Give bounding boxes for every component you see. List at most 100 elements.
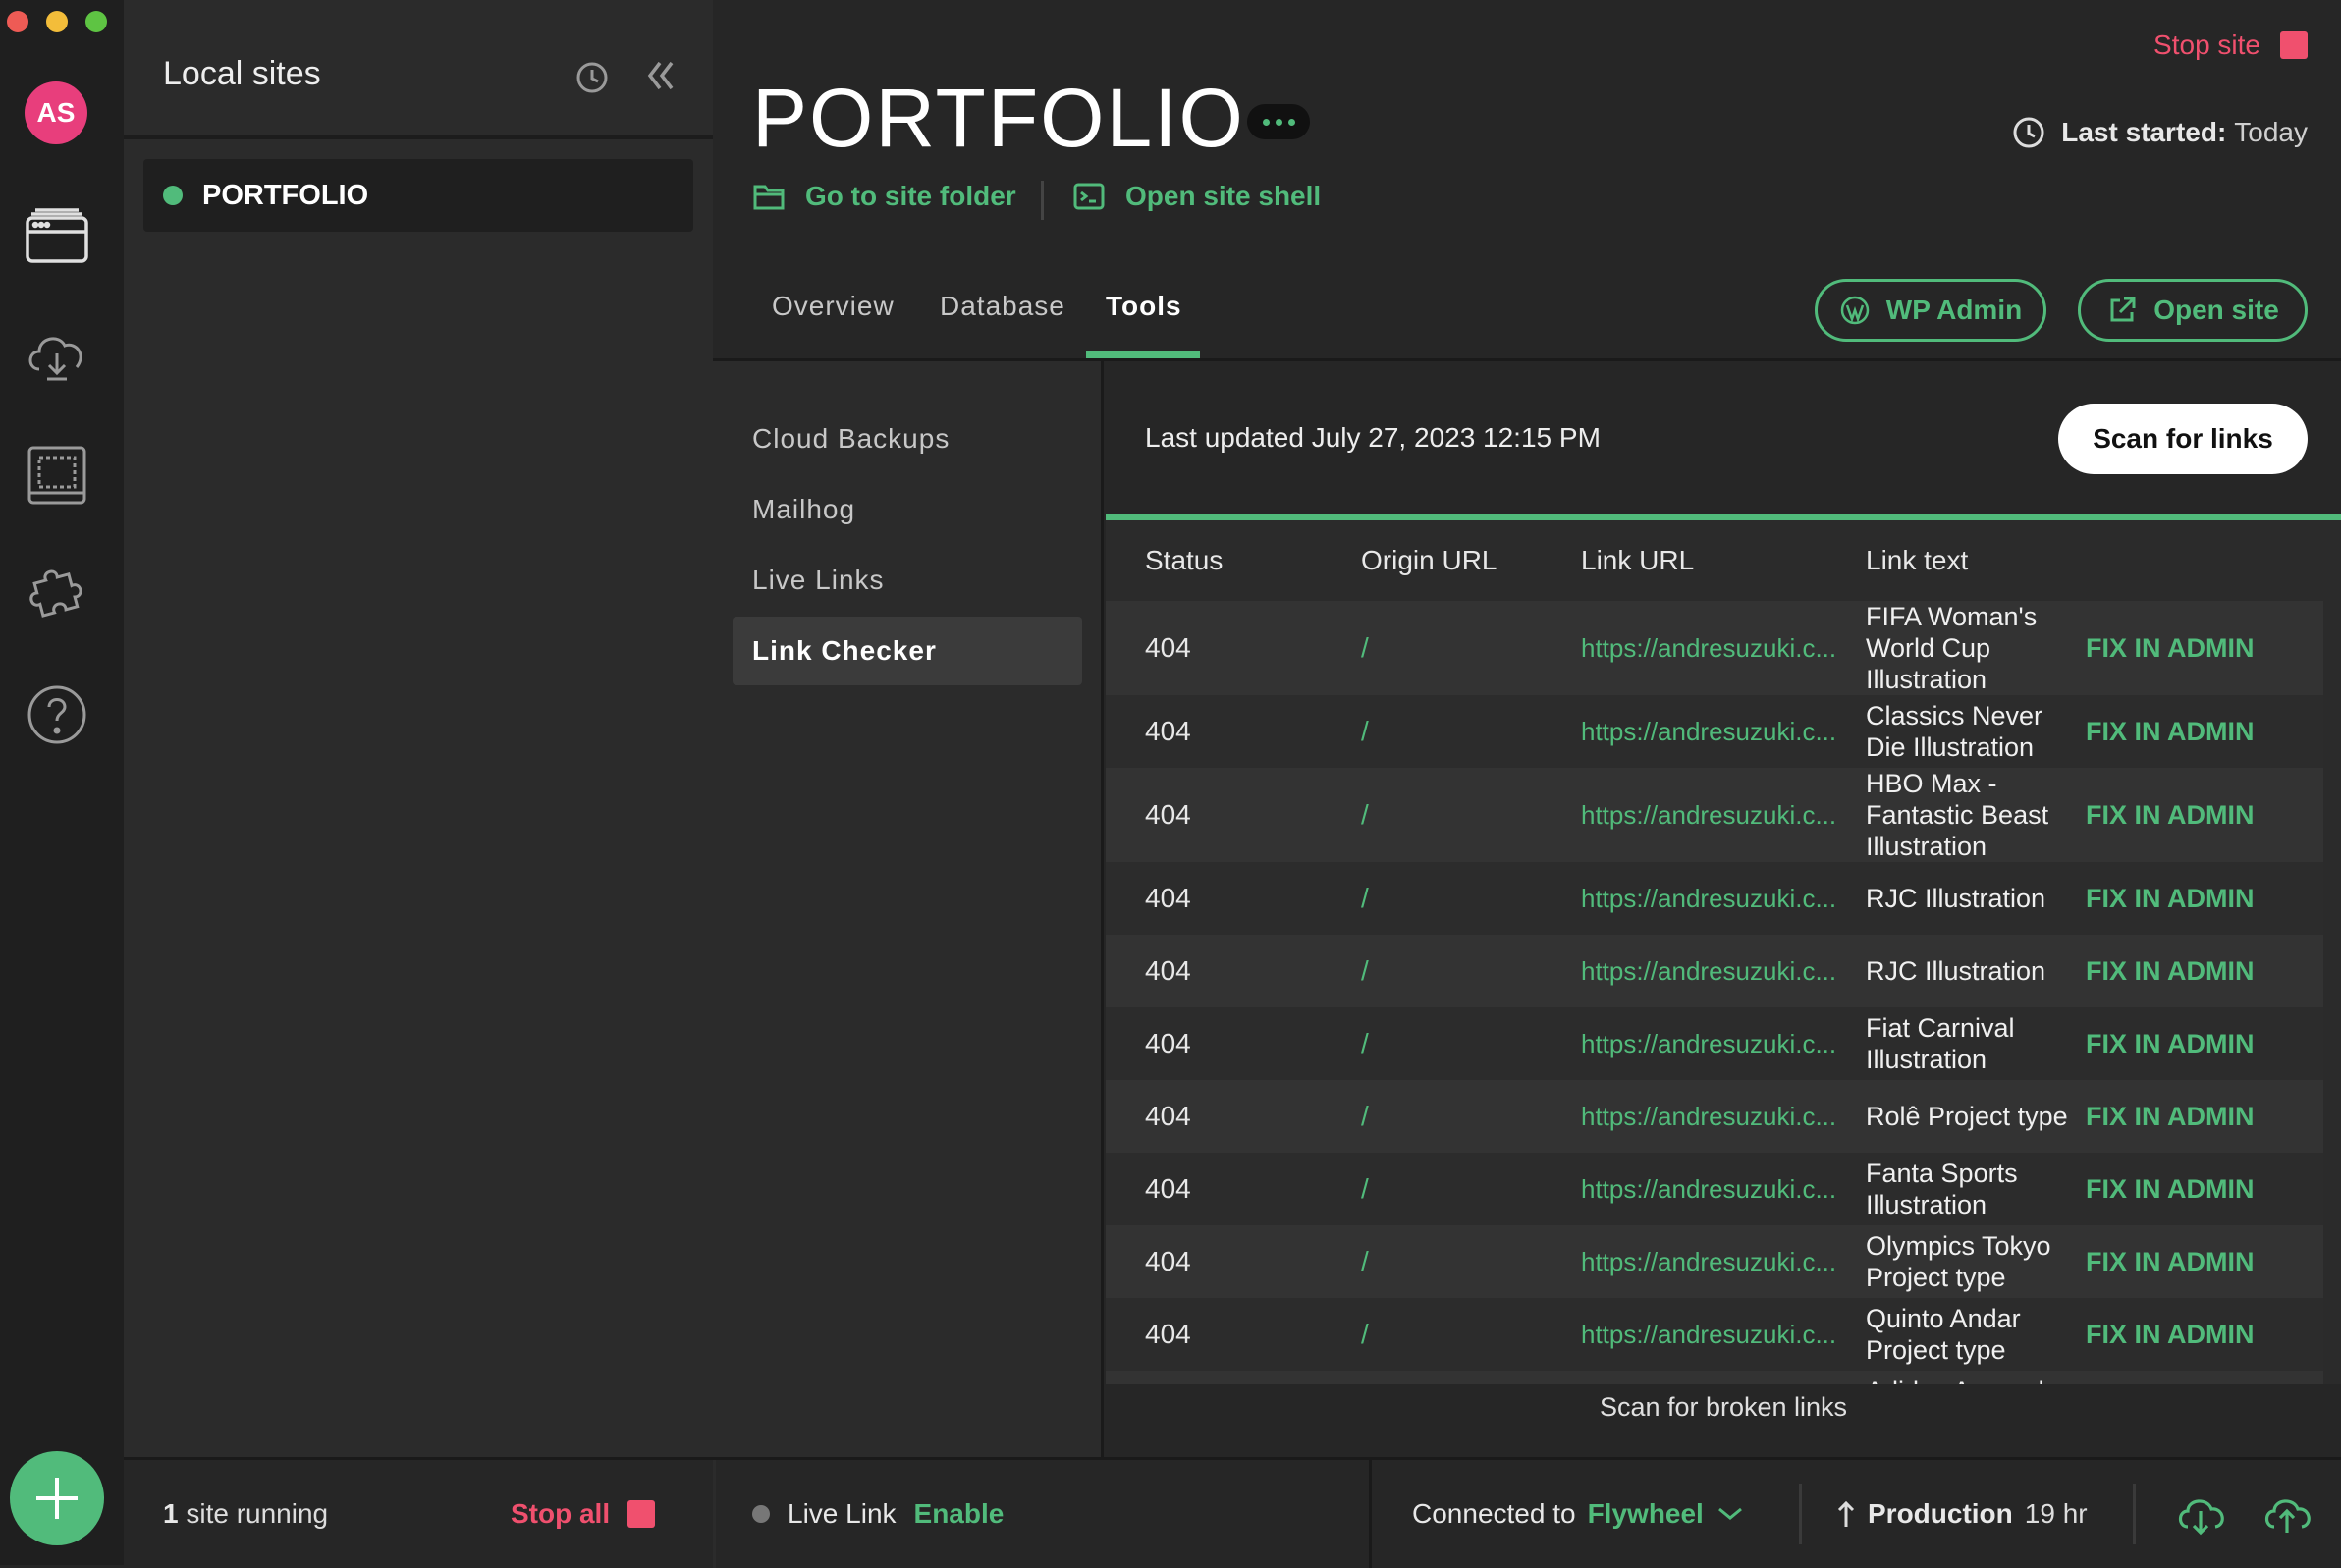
fix-in-admin-button[interactable]: FIX IN ADMIN <box>2086 1080 2323 1153</box>
status-cell: 404 <box>1106 695 1322 768</box>
status-cell: 404 <box>1106 1007 1322 1080</box>
terminal-icon <box>1073 183 1105 210</box>
stop-all-button[interactable]: Stop all <box>511 1460 656 1568</box>
window-zoom-button[interactable] <box>85 11 107 32</box>
stop-all-label: Stop all <box>511 1498 611 1529</box>
clock-icon <box>2013 117 2044 148</box>
fix-in-admin-button[interactable]: FIX IN ADMIN <box>2086 1225 2323 1298</box>
environment-status[interactable]: Production 19 hr <box>1836 1460 2088 1568</box>
site-list-item-portfolio[interactable]: PORTFOLIO <box>143 159 693 232</box>
link-url-link[interactable]: https://andresuzuki.c... <box>1542 862 1866 935</box>
link-text-cell: Adidas Apparel Illustration <box>1866 1371 2086 1384</box>
origin-url-link[interactable]: / <box>1322 935 1542 1007</box>
footer-divider <box>1369 1460 1372 1568</box>
tools-menu-item-link-checker[interactable]: Link Checker <box>733 617 1082 685</box>
tab-database[interactable]: Database <box>940 291 1065 322</box>
history-icon[interactable] <box>575 61 609 94</box>
column-header-action <box>2086 520 2323 601</box>
sites-running-status: 1 site running <box>163 1460 328 1568</box>
origin-url-link[interactable]: / <box>1322 1298 1542 1371</box>
external-link-icon <box>2110 297 2136 322</box>
fix-in-admin-button[interactable]: FIX IN ADMIN <box>2086 862 2323 935</box>
table-row: 404/https://andresuzuki.c... Classics Nev… <box>1106 695 2323 768</box>
origin-url-link[interactable]: / <box>1322 1080 1542 1153</box>
link-url-link[interactable]: https://andresuzuki.c... <box>1542 1371 1866 1384</box>
origin-url-link[interactable]: / <box>1322 1371 1542 1384</box>
origin-url-link[interactable]: / <box>1322 1153 1542 1225</box>
stop-site-button[interactable]: Stop site <box>2153 29 2308 61</box>
fix-in-admin-button[interactable]: FIX IN ADMIN <box>2086 1153 2323 1225</box>
footer-divider <box>1799 1484 1802 1544</box>
header-divider <box>1041 181 1044 220</box>
status-bar: 1 site running Stop all Live Link Enable… <box>124 1457 2341 1568</box>
fix-in-admin-button[interactable]: FIX IN ADMIN <box>2086 601 2323 695</box>
tools-menu-item-live-links[interactable]: Live Links <box>733 546 1082 615</box>
cloud-backups-icon[interactable] <box>22 320 92 391</box>
sidebar-divider <box>124 135 713 139</box>
last-updated-text: Last updated July 27, 2023 12:15 PM <box>1145 422 1601 453</box>
connected-label: Connected to <box>1412 1498 1576 1529</box>
tools-menu-item-cloud-backups[interactable]: Cloud Backups <box>733 405 1082 473</box>
local-sites-icon[interactable] <box>22 200 92 271</box>
link-url-link[interactable]: https://andresuzuki.c... <box>1542 1007 1866 1080</box>
status-cell: 404 <box>1106 1080 1322 1153</box>
fix-in-admin-button[interactable]: FIX IN ADMIN <box>2086 1298 2323 1371</box>
origin-url-link[interactable]: / <box>1322 695 1542 768</box>
collapse-sidebar-icon[interactable] <box>644 59 678 92</box>
avatar-initials: AS <box>36 97 76 128</box>
cloud-download-icon[interactable] <box>2174 1491 2227 1537</box>
fix-in-admin-button[interactable]: FIX IN ADMIN <box>2086 1371 2323 1384</box>
tab-tools[interactable]: Tools <box>1106 291 1182 322</box>
site-more-menu-button[interactable] <box>1247 104 1310 139</box>
scan-for-links-button[interactable]: Scan for links <box>2058 404 2308 474</box>
fix-in-admin-button[interactable]: FIX IN ADMIN <box>2086 935 2323 1007</box>
window-minimize-button[interactable] <box>46 11 68 32</box>
last-started: Last started: Today <box>2012 116 2308 149</box>
status-cell: 404 <box>1106 1225 1322 1298</box>
sites-running-count: 1 <box>163 1498 179 1529</box>
wp-admin-button[interactable]: WP Admin <box>1815 279 2046 342</box>
live-link-enable-button[interactable]: Enable <box>914 1498 1005 1530</box>
connected-provider: Flywheel <box>1587 1498 1704 1529</box>
help-icon[interactable] <box>22 679 92 750</box>
add-ons-icon[interactable] <box>22 560 92 630</box>
links-table-header: Status Origin URL Link URL Link text <box>1106 520 2323 601</box>
go-to-site-folder-link[interactable]: Go to site folder <box>752 181 1016 212</box>
scan-footer-note: Scan for broken links <box>1599 1392 1848 1422</box>
link-url-link[interactable]: https://andresuzuki.c... <box>1542 935 1866 1007</box>
open-site-button[interactable]: Open site <box>2078 279 2308 342</box>
blueprints-icon[interactable] <box>22 440 92 511</box>
cloud-upload-icon[interactable] <box>2260 1491 2314 1537</box>
connection-status[interactable]: Connected to Flywheel <box>1412 1460 1745 1568</box>
link-checker-panel: Last updated July 27, 2023 12:15 PM Scan… <box>1106 361 2341 1457</box>
link-url-link[interactable]: https://andresuzuki.c... <box>1542 768 1866 862</box>
scan-progress-bar <box>1106 514 2341 520</box>
tools-menu-item-mailhog[interactable]: Mailhog <box>733 475 1082 544</box>
origin-url-link[interactable]: / <box>1322 1225 1542 1298</box>
link-url-link[interactable]: https://andresuzuki.c... <box>1542 695 1866 768</box>
origin-url-link[interactable]: / <box>1322 1007 1542 1080</box>
origin-url-link[interactable]: / <box>1322 768 1542 862</box>
folder-icon <box>753 185 785 210</box>
add-site-button[interactable] <box>10 1451 104 1545</box>
link-url-link[interactable]: https://andresuzuki.c... <box>1542 601 1866 695</box>
fix-in-admin-button[interactable]: FIX IN ADMIN <box>2086 1007 2323 1080</box>
link-url-link[interactable]: https://andresuzuki.c... <box>1542 1080 1866 1153</box>
link-url-link[interactable]: https://andresuzuki.c... <box>1542 1225 1866 1298</box>
fix-in-admin-button[interactable]: FIX IN ADMIN <box>2086 768 2323 862</box>
open-site-shell-link[interactable]: Open site shell <box>1072 181 1321 212</box>
sites-sidebar: Local sites PORTFOLIO <box>124 0 713 1457</box>
table-row: 404/https://andresuzuki.c... HBO Max - Fa… <box>1106 768 2323 862</box>
origin-url-link[interactable]: / <box>1322 862 1542 935</box>
open-site-label: Open site <box>2153 295 2279 325</box>
column-header-status: Status <box>1145 545 1224 575</box>
fix-in-admin-button[interactable]: FIX IN ADMIN <box>2086 695 2323 768</box>
avatar[interactable]: AS <box>25 81 87 144</box>
link-url-link[interactable]: https://andresuzuki.c... <box>1542 1153 1866 1225</box>
more-dots-icon <box>1262 118 1295 126</box>
tab-overview[interactable]: Overview <box>772 291 895 322</box>
origin-url-link[interactable]: / <box>1322 601 1542 695</box>
link-url-link[interactable]: https://andresuzuki.c... <box>1542 1298 1866 1371</box>
window-close-button[interactable] <box>7 11 28 32</box>
table-row: 404/https://andresuzuki.c... RJC Illustra… <box>1106 935 2323 1007</box>
